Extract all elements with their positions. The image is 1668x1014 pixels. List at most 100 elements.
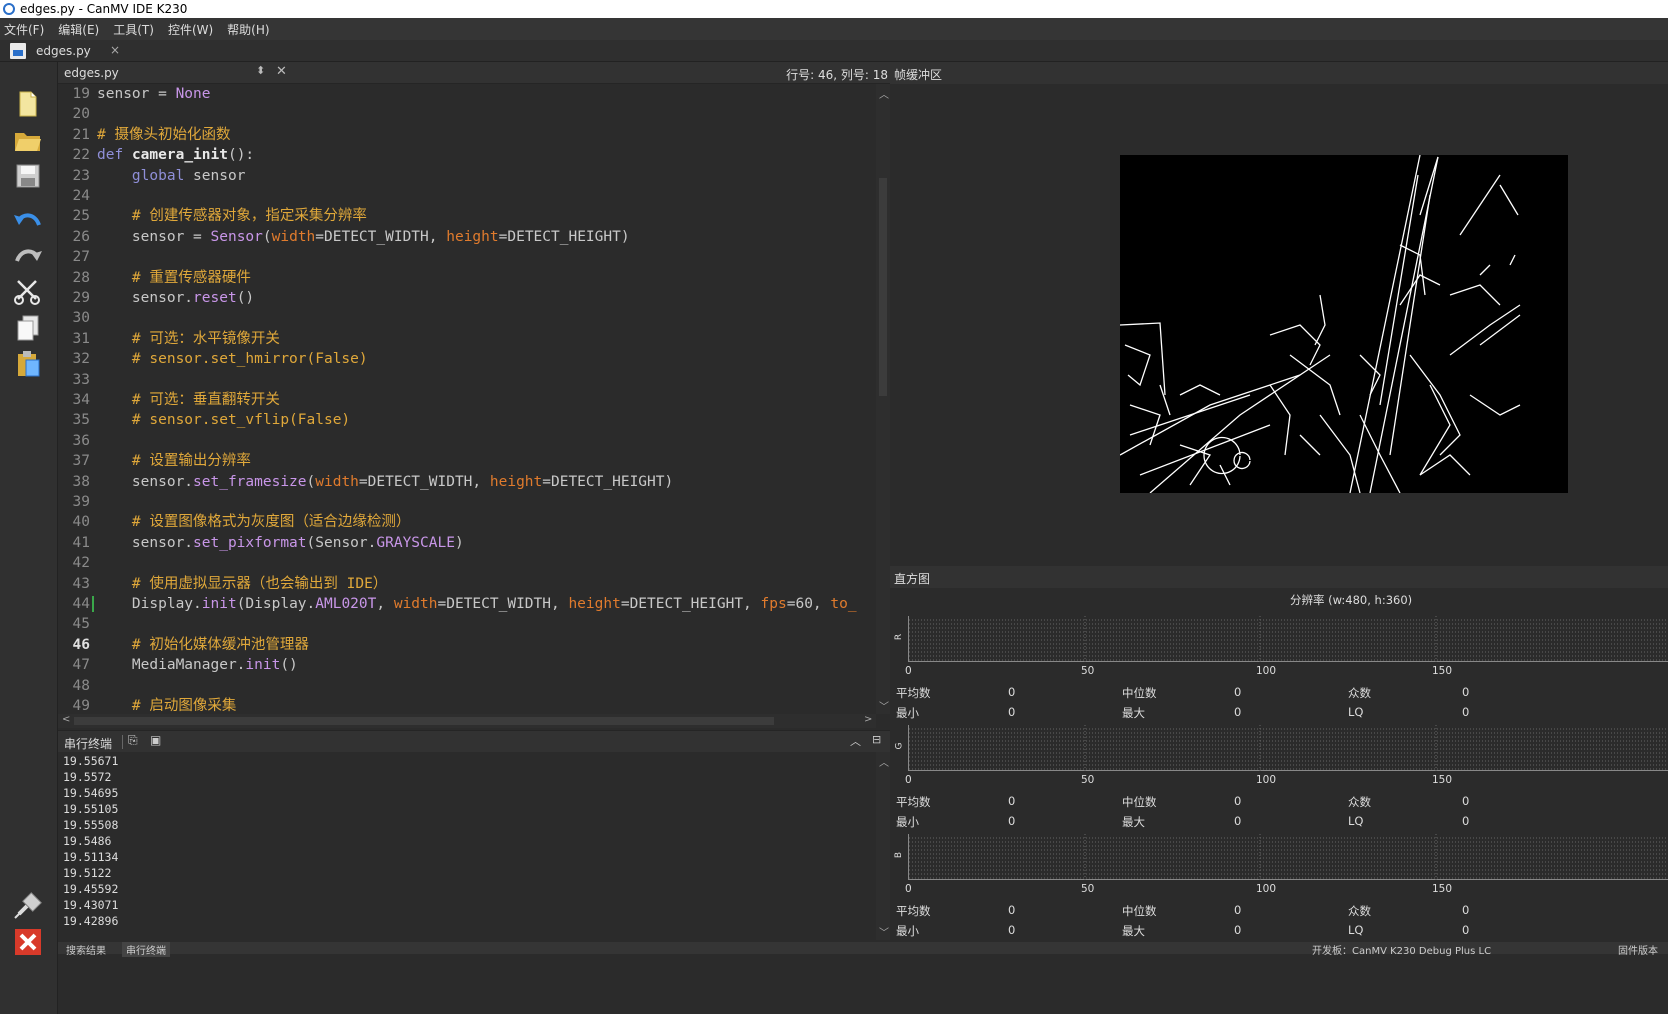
line-number: 49: [72, 698, 90, 714]
axis-tick-label: 100: [1256, 774, 1277, 786]
connect-icon[interactable]: [12, 890, 44, 922]
serial-terminal[interactable]: 19.55671 19.5572 19.54695 19.55105 19.55508 1…: [58, 752, 876, 940]
code-line[interactable]: 23 global sensor: [58, 166, 876, 186]
line-number: 26: [72, 228, 90, 245]
code-line[interactable]: 33: [58, 370, 876, 390]
scroll-up-icon[interactable]: ︿: [879, 86, 889, 101]
board-status: 开发板：CanMV K230 Debug Plus LC: [1312, 946, 1492, 957]
cut-icon[interactable]: [12, 276, 44, 308]
code-line[interactable]: 19 sensor = None: [58, 84, 876, 104]
float-panel-icon[interactable]: ⊟: [872, 733, 881, 746]
code-line[interactable]: 42: [58, 553, 876, 573]
menu-edit[interactable]: 编辑(E): [58, 21, 99, 38]
axis-tick-label: 100: [1256, 665, 1277, 677]
code-line[interactable]: 30: [58, 308, 876, 328]
menu-widgets[interactable]: 控件(W): [168, 21, 213, 38]
line-number: 27: [72, 249, 90, 266]
save-icon[interactable]: [12, 160, 44, 192]
code-line[interactable]: 46 # 初始化媒体缓冲池管理器: [58, 635, 876, 655]
code-line[interactable]: 27: [58, 247, 876, 267]
terminal-scrollbar[interactable]: ︿ ﹀: [876, 752, 890, 940]
collapse-icon[interactable]: ︿: [850, 733, 861, 749]
search-results-tab[interactable]: 搜索结果: [66, 942, 106, 957]
doc-tab-edges[interactable]: edges.py ×: [0, 40, 126, 62]
stat-value: 0: [1008, 903, 1016, 917]
terminal-line: 19.5486: [63, 834, 112, 848]
tool-sidebar: [0, 62, 58, 1014]
code-line[interactable]: 25 # 创建传感器对象，指定采集分辨率: [58, 206, 876, 226]
paste-icon[interactable]: [12, 348, 44, 380]
code-text: # 重置传感器硬件: [131, 269, 251, 286]
code-line[interactable]: 20: [58, 104, 876, 124]
line-number: 39: [72, 494, 90, 510]
histogram-plot: [908, 834, 1668, 880]
redo-icon[interactable]: [12, 240, 44, 272]
scroll-right-icon[interactable]: >: [864, 714, 872, 725]
framebuffer-view[interactable]: [890, 84, 1668, 564]
open-folder-icon[interactable]: [12, 124, 44, 156]
code-line[interactable]: 24: [58, 186, 876, 206]
code-line[interactable]: 29 sensor.reset(): [58, 288, 876, 308]
code-text: # 设置输出分辨率: [131, 453, 251, 470]
code-line[interactable]: 39: [58, 492, 876, 512]
new-file-icon[interactable]: [12, 88, 44, 120]
window-title: edges.py - CanMV IDE K230: [20, 2, 188, 16]
edge-detection-preview: [1120, 155, 1568, 493]
code-editor[interactable]: 19 sensor = None 20 21 # 摄像头初始化函数 22 def camer…: [58, 84, 876, 714]
hscroll-thumb[interactable]: [74, 717, 774, 725]
line-number: 20: [72, 106, 90, 123]
resolution-label: 分辨率 (w:480, h:360): [1290, 593, 1413, 607]
terminal-scroll-down-icon[interactable]: ﹀: [879, 924, 889, 939]
stop-icon[interactable]: [12, 926, 44, 958]
code-line[interactable]: 49 # 启动图像采集: [58, 696, 876, 714]
code-line[interactable]: 21 # 摄像头初始化函数: [58, 125, 876, 145]
axis-tick-label: 0: [905, 774, 912, 786]
code-line[interactable]: 32 # sensor.set_hmirror(False): [58, 349, 876, 369]
menu-tools[interactable]: 工具(T): [113, 21, 154, 38]
code-line[interactable]: 45: [58, 614, 876, 634]
terminal-scroll-up-icon[interactable]: ︿: [879, 754, 889, 769]
editor-vertical-scrollbar[interactable]: ︿ ﹀: [876, 84, 890, 714]
editor-file-name[interactable]: edges.py: [64, 66, 119, 80]
code-line[interactable]: 47 MediaManager.init(): [58, 655, 876, 675]
line-number: 43: [72, 575, 90, 592]
undo-icon[interactable]: [12, 204, 44, 236]
scroll-thumb[interactable]: [879, 178, 887, 396]
code-text: sensor.set_pixformat(Sensor.GRAYSCALE): [97, 534, 464, 551]
code-line[interactable]: 34 # 可选：垂直翻转开关: [58, 390, 876, 410]
code-line[interactable]: 43 # 使用虚拟显示器（也会输出到 IDE）: [58, 574, 876, 594]
close-tab-icon[interactable]: ×: [110, 43, 120, 57]
code-text: Display.init(Display.AML020T, width=DETE…: [97, 596, 857, 612]
code-line[interactable]: 48: [58, 676, 876, 696]
code-line[interactable]: 31 # 可选：水平镜像开关: [58, 329, 876, 349]
editor-horizontal-scrollbar[interactable]: < >: [58, 714, 876, 728]
serial-terminal-tab[interactable]: 串行终端: [122, 942, 170, 957]
scroll-left-icon[interactable]: <: [62, 714, 70, 725]
code-line[interactable]: 40 # 设置图像格式为灰度图（适合边缘检测）: [58, 512, 876, 532]
stat-value: 0: [1234, 705, 1242, 719]
code-line[interactable]: 38 sensor.set_framesize(width=DETECT_WID…: [58, 472, 876, 492]
scroll-down-icon[interactable]: ﹀: [879, 698, 889, 713]
code-line[interactable]: 36: [58, 431, 876, 451]
code-line[interactable]: 22 def camera_init():: [58, 145, 876, 165]
code-line[interactable]: 26 sensor = Sensor(width=DETECT_WIDTH, h…: [58, 227, 876, 247]
clear-terminal-icon[interactable]: ⎘: [128, 733, 138, 748]
code-line[interactable]: 35 # sensor.set_vflip(False): [58, 410, 876, 430]
stat-label: 中位数: [1122, 795, 1157, 809]
stat-label: 平均数: [896, 904, 931, 918]
line-number: 38: [72, 473, 90, 490]
copy-icon[interactable]: [12, 312, 44, 344]
file-select-arrows-icon[interactable]: ⬍: [256, 64, 265, 77]
code-line[interactable]: 41 sensor.set_pixformat(Sensor.GRAYSCALE…: [58, 533, 876, 553]
code-line[interactable]: 37 # 设置输出分辨率: [58, 451, 876, 471]
save-terminal-icon[interactable]: ▣: [150, 733, 161, 747]
code-line[interactable]: 44 Display.init(Display.AML020T, width=D…: [58, 594, 876, 614]
menu-help[interactable]: 帮助(H): [227, 21, 269, 38]
stat-label: 最大: [1122, 815, 1145, 829]
terminal-line: 19.55671: [63, 754, 119, 768]
close-editor-icon[interactable]: ✕: [276, 64, 287, 79]
line-number: 31: [72, 330, 90, 347]
code-line[interactable]: 28 # 重置传感器硬件: [58, 268, 876, 288]
menu-file[interactable]: 文件(F): [4, 21, 44, 38]
terminal-header: 串行终端 ⎘ ▣ ︿ ⊟: [58, 730, 890, 752]
